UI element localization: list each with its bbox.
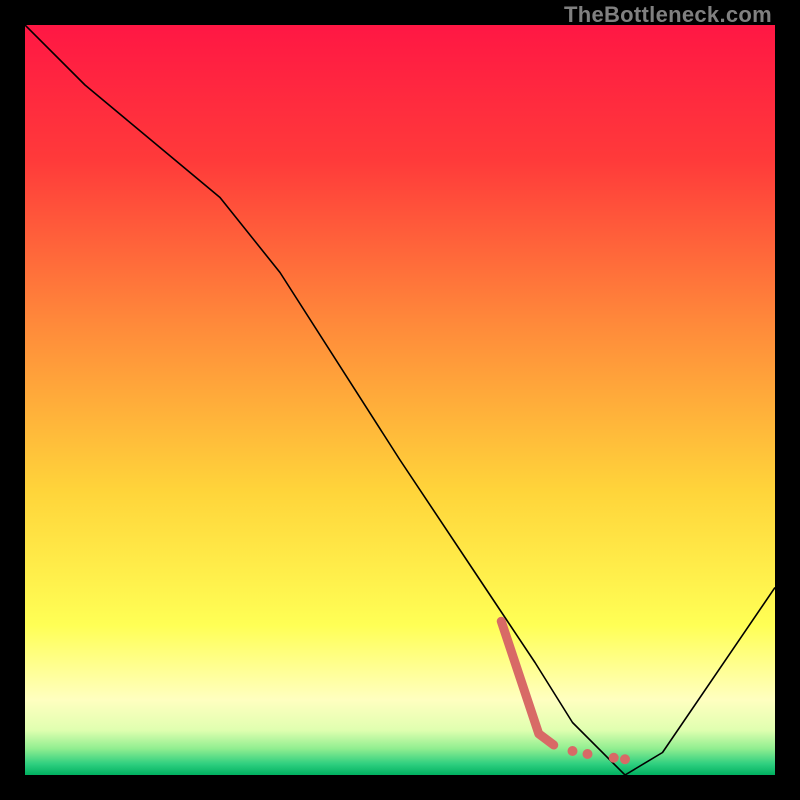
gradient-background [25, 25, 775, 775]
chart-svg [25, 25, 775, 775]
watermark-label: TheBottleneck.com [564, 2, 772, 28]
plot-area [25, 25, 775, 775]
highlight-dots-dot [568, 746, 578, 756]
highlight-dots-dot [620, 754, 630, 764]
highlight-dots-dot [609, 753, 619, 763]
chart-frame: TheBottleneck.com [0, 0, 800, 800]
highlight-dots-dot [583, 749, 593, 759]
